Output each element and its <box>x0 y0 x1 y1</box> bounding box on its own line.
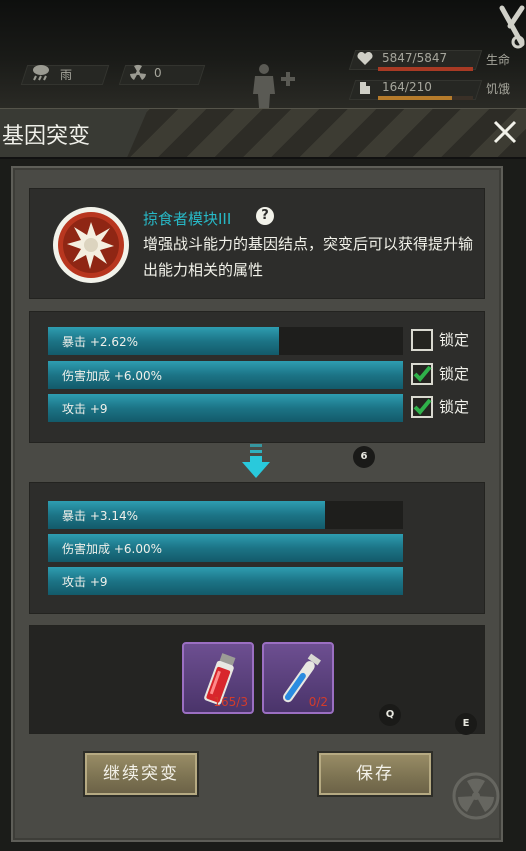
life-bar-fill <box>378 67 473 71</box>
hunger-bar <box>378 96 473 100</box>
dialog-title-bar: 基因突变 <box>0 108 526 159</box>
arrow-down-icon <box>242 444 270 478</box>
stat-label: 暴击 +3.14% <box>62 509 138 523</box>
weather-label: 雨 <box>60 68 73 82</box>
radiation-icon <box>130 64 146 80</box>
lock-label: 锁定 <box>439 398 470 416</box>
module-name: 掠食者模块III <box>143 210 232 228</box>
result-stat-row: 攻击 +9 <box>48 567 403 595</box>
close-icon[interactable] <box>490 118 520 146</box>
life-bar <box>378 67 473 71</box>
stat-label: 攻击 +9 <box>62 575 108 589</box>
material-slot-red-serum[interactable]: 165/3 <box>182 642 254 714</box>
help-icon[interactable]: ? <box>256 207 274 225</box>
hotkey-badge: E <box>455 713 477 735</box>
result-stat-row: 暴击 +3.14% <box>48 501 403 529</box>
material-slot-blue-serum[interactable]: 0/2 <box>262 642 334 714</box>
life-value: 5847/5847 <box>382 51 448 65</box>
checkmark-icon <box>413 365 432 382</box>
stat-label: 暴击 +2.62% <box>62 335 138 349</box>
lock-checkbox[interactable] <box>411 396 433 418</box>
heart-icon <box>357 52 373 65</box>
life-label: 生命 <box>486 53 511 67</box>
hotkey-badge: Q <box>379 704 401 726</box>
hunger-label: 饥饿 <box>486 82 511 96</box>
predator-module-icon <box>53 207 129 283</box>
lock-checkbox[interactable] <box>411 329 433 351</box>
radiation-value: 0 <box>154 66 162 80</box>
hotkey-badge: 6 <box>353 446 375 468</box>
module-description: 增强战斗能力的基因结点，突变后可以获得提升输出能力相关的属性 <box>143 235 474 279</box>
continue-mutation-button[interactable]: 继续突变 <box>83 751 199 797</box>
lock-checkbox[interactable] <box>411 363 433 385</box>
material-count: 165/3 <box>213 695 248 709</box>
crossed-tools-icon[interactable] <box>498 2 526 50</box>
body-silhouette-icon[interactable] <box>248 62 300 108</box>
checkmark-icon <box>413 398 432 415</box>
stomach-icon <box>360 82 370 94</box>
result-stat-row: 伤害加成 +6.00% <box>48 534 403 562</box>
save-button[interactable]: 保存 <box>317 751 433 797</box>
dialog-title: 基因突变 <box>2 124 91 149</box>
material-count: 0/2 <box>308 695 328 709</box>
stat-label: 攻击 +9 <box>62 402 108 416</box>
lock-label: 锁定 <box>439 331 470 349</box>
stat-label: 伤害加成 +6.00% <box>62 369 162 383</box>
radiation-watermark-icon <box>452 772 500 820</box>
top-hud: 雨 0 5847/5847 生命 164/210 饥饿 <box>0 0 526 108</box>
current-stat-row: 伤害加成 +6.00% <box>48 361 403 389</box>
materials-panel <box>29 625 485 734</box>
current-stat-row: 攻击 +9 <box>48 394 403 422</box>
current-stat-row: 暴击 +2.62% <box>48 327 403 355</box>
stat-label: 伤害加成 +6.00% <box>62 542 162 556</box>
rain-cloud-icon <box>33 65 49 81</box>
lock-label: 锁定 <box>439 365 470 383</box>
hunger-bar-fill <box>378 96 453 100</box>
hunger-value: 164/210 <box>382 80 432 94</box>
